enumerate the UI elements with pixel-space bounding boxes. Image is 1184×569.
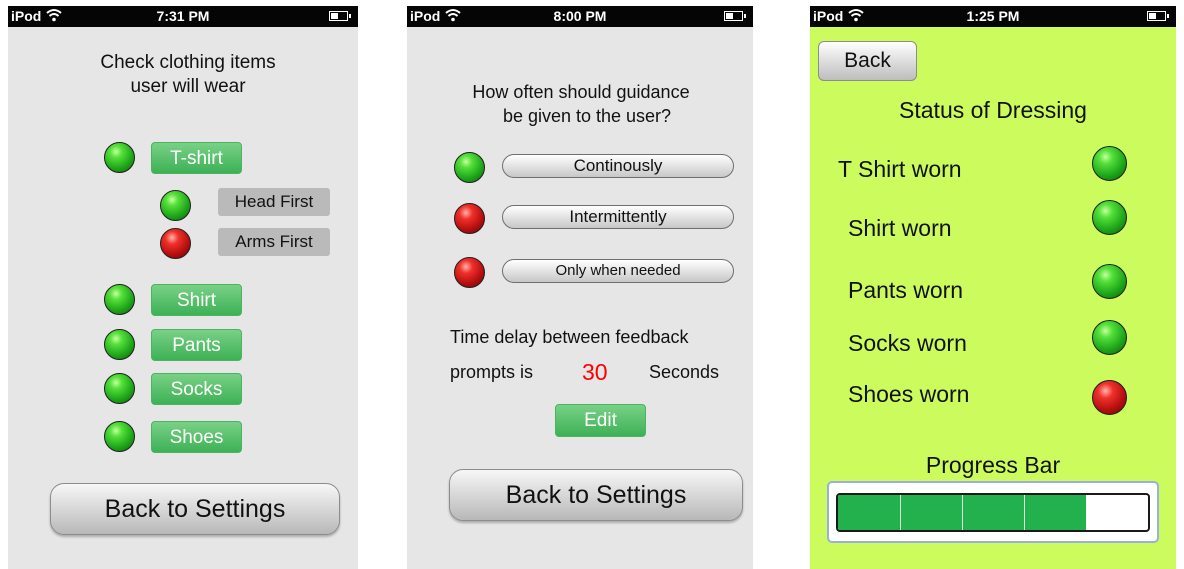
shirt-status-label: Shirt worn	[848, 215, 952, 241]
shoes-status-light	[1092, 380, 1127, 415]
battery-icon	[329, 11, 351, 21]
edit-delay-button[interactable]: Edit	[555, 404, 646, 437]
shirt-status-light	[1092, 200, 1127, 235]
shoes-toggle-light[interactable]	[104, 421, 135, 452]
progress-segment-divider	[900, 495, 901, 530]
pants-status-light	[1092, 264, 1127, 299]
shirt-toggle-light[interactable]	[104, 284, 135, 315]
prompt-line: How often should guidance	[472, 82, 690, 102]
progress-track	[836, 493, 1150, 532]
battery-icon	[1147, 11, 1169, 21]
prompt-line: user will wear	[130, 76, 246, 97]
back-button[interactable]: Back	[818, 41, 917, 81]
pants-status-label: Pants worn	[848, 277, 964, 303]
status-bar: iPod 7:31 PM	[8, 6, 358, 27]
pants-toggle-light[interactable]	[104, 329, 135, 360]
arms-first-button[interactable]: Arms First	[218, 228, 330, 256]
progress-bar	[827, 481, 1159, 543]
head-first-button[interactable]: Head First	[218, 188, 330, 216]
back-to-settings-button[interactable]: Back to Settings	[50, 483, 340, 535]
pants-button[interactable]: Pants	[151, 329, 242, 361]
only-when-needed-option[interactable]: Only when needed	[502, 259, 734, 283]
tshirt-toggle-light[interactable]	[104, 142, 135, 173]
prompt-line: Check clothing items	[100, 52, 276, 73]
intermittently-toggle-light[interactable]	[454, 203, 485, 234]
clock-time: 1:25 PM	[966, 8, 1020, 24]
delay-description: Time delay between feedback	[450, 327, 689, 347]
clock-time: 8:00 PM	[553, 8, 607, 24]
shoes-button[interactable]: Shoes	[151, 421, 242, 453]
delay-unit: Seconds	[649, 362, 720, 382]
guidance-prompt: How often should guidance be given to th…	[437, 80, 737, 128]
progress-segment-divider	[1024, 495, 1025, 530]
clothing-selection-screen: iPod 7:31 PM Check clothing items user w…	[8, 6, 358, 569]
continously-option[interactable]: Continously	[502, 154, 734, 178]
progress-label: Progress Bar	[925, 452, 1061, 478]
socks-status-label: Socks worn	[848, 330, 967, 356]
dressing-status-screen: iPod 1:25 PM Back Status of Dressing T S…	[810, 6, 1176, 569]
tshirt-status-label: T Shirt worn	[838, 156, 962, 182]
progress-segment-divider	[962, 495, 963, 530]
shoes-status-label: Shoes worn	[848, 381, 970, 407]
intermittently-option[interactable]: Intermittently	[502, 205, 734, 229]
clothing-prompt: Check clothing items user will wear	[38, 51, 338, 99]
tshirt-status-light	[1092, 146, 1127, 181]
back-to-settings-button[interactable]: Back to Settings	[449, 469, 743, 521]
battery-icon	[724, 11, 746, 21]
shirt-button[interactable]: Shirt	[151, 284, 242, 316]
socks-toggle-light[interactable]	[104, 373, 135, 404]
socks-status-light	[1092, 320, 1127, 355]
only-when-needed-toggle-light[interactable]	[454, 257, 485, 288]
continously-toggle-light[interactable]	[454, 152, 485, 183]
status-bar: iPod 1:25 PM	[810, 6, 1176, 27]
clock-time: 7:31 PM	[156, 8, 210, 24]
head-first-toggle-light[interactable]	[160, 190, 191, 221]
status-title: Status of Dressing	[899, 97, 1087, 123]
delay-prefix: prompts is	[450, 362, 534, 382]
socks-button[interactable]: Socks	[151, 373, 242, 405]
status-bar: iPod 8:00 PM	[407, 6, 753, 27]
arms-first-toggle-light[interactable]	[160, 228, 191, 259]
guidance-settings-screen: iPod 8:00 PM How often should guidance b…	[407, 6, 753, 569]
tshirt-button[interactable]: T-shirt	[151, 142, 242, 174]
prompt-line: be given to the user?	[502, 106, 672, 126]
delay-value: 30	[582, 359, 608, 385]
